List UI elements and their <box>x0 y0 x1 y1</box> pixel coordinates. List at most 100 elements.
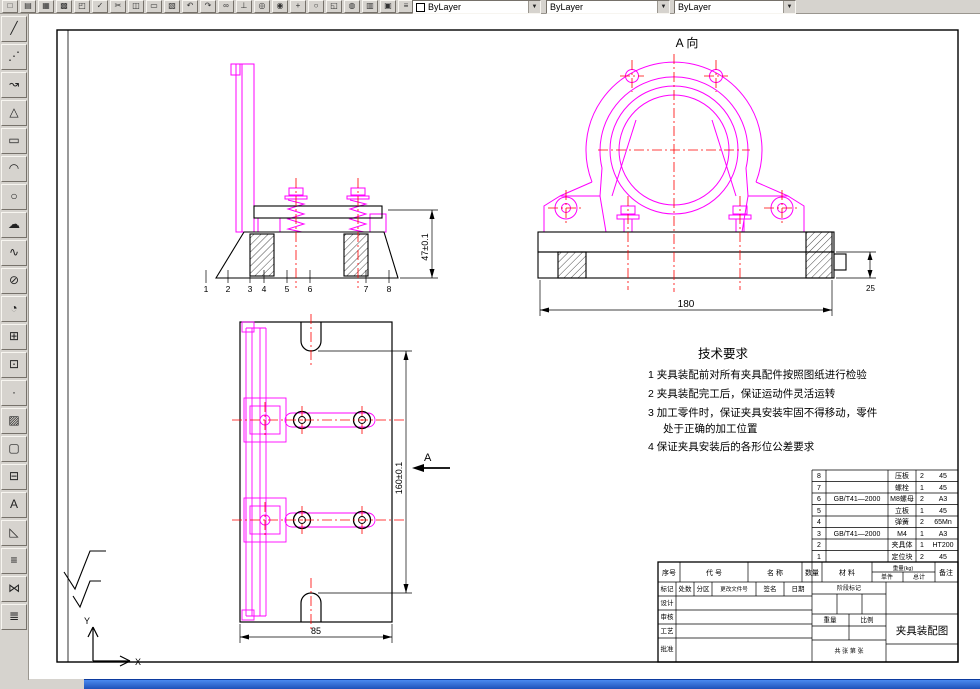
bom-cell: HT200 <box>932 542 953 549</box>
bom-cell: 夹具体 <box>892 540 913 549</box>
chevron-down-icon[interactable]: ▼ <box>657 1 669 13</box>
bom-cell: 1 <box>920 485 924 492</box>
bom-cell: 45 <box>939 554 947 561</box>
bom-cell: 1 <box>920 508 924 515</box>
3d-orbit-icon[interactable]: ◉ <box>272 0 288 13</box>
tech-req-line: 处于正确的加工位置 <box>663 422 758 435</box>
standard-toolbar: □▤▦▩◰✓✂◫▭▧↶↷∞⊥◎◉+○◱◍▥▣≡◨? ByLayer ▼ ByLa… <box>0 0 980 14</box>
color-combobox[interactable]: ByLayer ▼ <box>412 0 541 14</box>
bom-cell: 3 <box>817 531 821 538</box>
properties-icon[interactable]: ▥ <box>362 0 378 13</box>
named-views-icon[interactable]: ◎ <box>254 0 270 13</box>
match-properties-icon[interactable]: ▧ <box>164 0 180 13</box>
revision-cloud-icon[interactable]: ☁ <box>1 212 27 238</box>
view-a-label: A 向 <box>676 35 699 50</box>
copy-object-icon[interactable]: ≡ <box>1 548 27 574</box>
copy-icon[interactable]: ◫ <box>128 0 144 13</box>
rev-mark-label: 标记 <box>661 584 675 593</box>
pan-realtime-icon[interactable]: + <box>290 0 306 13</box>
surface-finish-symbols <box>63 550 106 609</box>
hatch-icon[interactable]: ▨ <box>1 408 27 434</box>
line-icon[interactable]: ╱ <box>1 16 27 42</box>
bom-cell: 8 <box>817 473 821 480</box>
spelling-icon[interactable]: ✓ <box>92 0 108 13</box>
spline-icon[interactable]: ∿ <box>1 240 27 266</box>
ucs-icon <box>87 626 131 667</box>
arc-icon[interactable]: ◠ <box>1 156 27 182</box>
bom-header-weight-total: 总计 <box>913 573 925 581</box>
rev-date-label: 日期 <box>792 585 806 593</box>
dim-160: 160±0.1 <box>394 462 404 494</box>
polygon-icon[interactable]: △ <box>1 100 27 126</box>
bom-cell: 1 <box>817 554 821 561</box>
zoom-realtime-icon[interactable]: ○ <box>308 0 324 13</box>
ucs-y-label: Y <box>84 616 90 626</box>
bom-cell: 45 <box>939 485 947 492</box>
dim-180: 180 <box>678 299 695 310</box>
draw-toolbar: ╱ ⋰ ↝ △ ▭ ◠ ○ ☁ ∿ ⊘ ◔ ⊞ ⊡ · ▨ ▢ ⊟ A ◺ ≡ ⋈ ≣ <box>0 14 29 680</box>
bom-cell: GB/T41—2000 <box>834 531 881 538</box>
ellipse-arc-icon[interactable]: ◔ <box>1 296 27 322</box>
role-process-label: 工艺 <box>661 627 675 635</box>
balloon-4: 4 <box>262 284 267 294</box>
plot-icon[interactable]: ▩ <box>56 0 72 13</box>
bom-header-weight: 重量(kg) <box>893 564 914 572</box>
zoom-previous-icon[interactable]: ◍ <box>344 0 360 13</box>
color-value: ByLayer <box>428 1 462 12</box>
bom-cell: 65Mn <box>934 519 952 526</box>
linetype-combobox[interactable]: ByLayer ▼ <box>546 0 670 14</box>
insert-block-icon[interactable]: ⊞ <box>1 324 27 350</box>
role-check-label: 审核 <box>661 612 675 621</box>
polyline-icon[interactable]: ↝ <box>1 72 27 98</box>
paste-icon[interactable]: ▭ <box>146 0 162 13</box>
region-icon[interactable]: ▢ <box>1 436 27 462</box>
linetype-value: ByLayer <box>550 1 584 12</box>
ucs-icon[interactable]: ⊥ <box>236 0 252 13</box>
make-block-icon[interactable]: ⊡ <box>1 352 27 378</box>
chevron-down-icon[interactable]: ▼ <box>783 1 795 13</box>
toolbar-icon-strip: □▤▦▩◰✓✂◫▭▧↶↷∞⊥◎◉+○◱◍▥▣≡◨? <box>2 0 450 13</box>
rev-zone-label: 分区 <box>697 584 711 593</box>
bom-cell: 2 <box>920 473 924 480</box>
insert-hyperlink-icon[interactable]: ∞ <box>218 0 234 13</box>
bom-cell: 立板 <box>895 506 909 515</box>
multiline-text-icon[interactable]: A <box>1 492 27 518</box>
designcenter-icon[interactable]: ▣ <box>380 0 396 13</box>
ellipse-icon[interactable]: ⊘ <box>1 268 27 294</box>
zoom-window-icon[interactable]: ◱ <box>326 0 342 13</box>
table-icon[interactable]: ⊟ <box>1 464 27 490</box>
redo-icon[interactable]: ↷ <box>200 0 216 13</box>
stage-mark-label: 阶段标记 <box>837 584 861 592</box>
tech-req-line: 3 加工零件时，保证夹具安装牢固不得移动，零件 <box>648 406 877 419</box>
mirror-icon[interactable]: ⋈ <box>1 576 27 602</box>
tech-req-line: 1 夹具装配前对所有夹具配件按照图纸进行检验 <box>648 368 867 381</box>
bom-cell: 2 <box>920 496 924 503</box>
bom-cell: 2 <box>920 519 924 526</box>
drawing-title: 夹具装配图 <box>896 624 949 637</box>
bom-header-no: 序号 <box>662 568 676 577</box>
bom-cell: 定位块 <box>892 552 913 561</box>
bom-cell: 弹簧 <box>895 517 909 526</box>
chevron-down-icon[interactable]: ▼ <box>528 1 540 13</box>
title-block-text: 序号 代 号 名 称 数量 材 料 重量(kg) 单件 总计 备注 标记 处数 … <box>661 564 954 655</box>
save-icon[interactable]: ▦ <box>38 0 54 13</box>
rev-count-label: 处数 <box>679 584 693 593</box>
point-icon[interactable]: · <box>1 380 27 406</box>
construction-line-icon[interactable]: ⋰ <box>1 44 27 70</box>
drawing-canvas[interactable]: 1 2 3 4 5 6 7 8 47±0.1 A 向 180 25 160±0.… <box>29 14 980 679</box>
section-a-label: A <box>424 452 432 464</box>
bom-cell: 2 <box>920 554 924 561</box>
offset-icon[interactable]: ≣ <box>1 604 27 630</box>
bom-header-weight-unit: 单件 <box>881 573 893 581</box>
lineweight-combobox[interactable]: ByLayer ▼ <box>674 0 796 14</box>
undo-icon[interactable]: ↶ <box>182 0 198 13</box>
weight-label: 重量 <box>824 616 838 624</box>
rectangle-icon[interactable]: ▭ <box>1 128 27 154</box>
bom-cell: 5 <box>817 508 821 515</box>
open-icon[interactable]: ▤ <box>20 0 36 13</box>
circle-icon[interactable]: ○ <box>1 184 27 210</box>
new-icon[interactable]: □ <box>2 0 18 13</box>
plot-preview-icon[interactable]: ◰ <box>74 0 90 13</box>
erase-icon[interactable]: ◺ <box>1 520 27 546</box>
cut-icon[interactable]: ✂ <box>110 0 126 13</box>
